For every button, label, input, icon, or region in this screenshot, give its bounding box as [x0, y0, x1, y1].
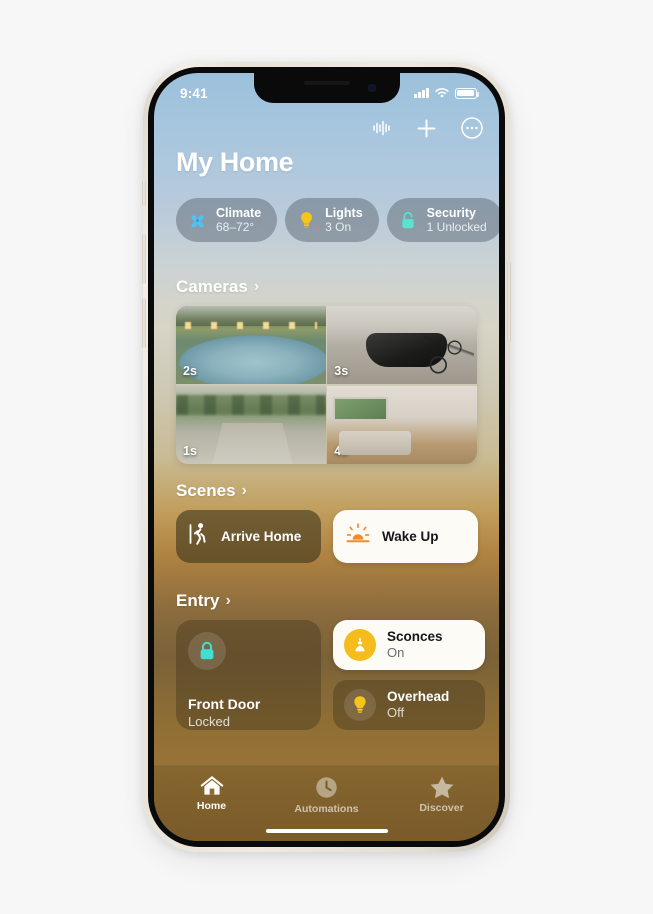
accessory-state: On	[387, 645, 405, 661]
camera-tile[interactable]: 2s	[176, 306, 326, 385]
status-indicators	[414, 87, 479, 99]
mute-switch[interactable]	[142, 180, 146, 206]
section-label: Scenes	[176, 481, 236, 500]
wifi-icon	[435, 88, 449, 98]
chip-lights[interactable]: Lights 3 On	[285, 198, 379, 243]
section-header-entry[interactable]: Entry ›	[176, 591, 231, 611]
page-title: My Home	[176, 147, 294, 177]
tab-label: Discover	[419, 802, 464, 814]
chip-title: Lights	[325, 206, 363, 220]
chip-climate[interactable]: Climate 68–72°	[176, 198, 278, 243]
camera-tile[interactable]: 1s	[176, 385, 326, 464]
screenshot-canvas: 9:41 My Home Climate 68–72° Lights 3 On …	[0, 0, 653, 914]
signal-bars-icon	[414, 88, 429, 98]
accessory-tile-sconces[interactable]: Sconces On	[333, 620, 485, 670]
accessory-name: Front Door	[188, 696, 261, 712]
accessory-tile-overhead[interactable]: Overhead Off	[333, 680, 485, 730]
chip-subtitle: 68–72°	[216, 220, 255, 234]
camera-tile[interactable]: 4s	[327, 385, 477, 464]
lock-closed-icon	[188, 632, 226, 670]
sconce-light-icon	[344, 629, 376, 661]
chip-title: Climate	[216, 206, 262, 220]
scene-label: Arrive Home	[221, 529, 302, 544]
tab-home[interactable]: Home	[169, 775, 255, 812]
clock-icon	[316, 777, 337, 798]
iphone-device: 9:41 My Home Climate 68–72° Lights 3 On …	[142, 62, 511, 852]
tab-label: Home	[196, 800, 227, 812]
camera-timestamp: 3s	[334, 364, 349, 379]
chip-subtitle: 1 Unlocked	[426, 220, 487, 234]
sunrise-icon	[345, 522, 371, 551]
audio-waveform-icon[interactable]	[372, 119, 392, 137]
entry-row: Front Door Locked Sconces On Overhead Of…	[176, 620, 499, 730]
chip-security[interactable]: Security 1 Unlocked	[386, 198, 499, 243]
camera-timestamp: 1s	[183, 444, 197, 458]
status-chips-row[interactable]: Climate 68–72° Lights 3 On Security 1 Un…	[176, 198, 499, 243]
entry-accessory-stack: Sconces On Overhead Off	[333, 620, 485, 730]
accessory-name: Overhead	[387, 689, 450, 705]
chevron-right-icon: ›	[241, 482, 247, 499]
lock-open-icon	[399, 211, 418, 230]
accessory-state: Off	[387, 705, 405, 721]
section-header-cameras[interactable]: Cameras ›	[176, 277, 259, 297]
accessory-state: Locked	[188, 714, 230, 729]
section-label: Entry	[176, 591, 220, 610]
house-icon	[200, 776, 223, 795]
section-header-scenes[interactable]: Scenes ›	[176, 481, 247, 501]
earpiece-speaker	[303, 81, 350, 85]
ellipsis-circle-icon[interactable]	[461, 117, 483, 139]
header-actions	[372, 117, 483, 139]
camera-tile[interactable]: 3s	[327, 306, 477, 385]
camera-grid[interactable]: 2s 3s 1s 4s	[176, 306, 477, 464]
scenes-row: Arrive Home Wake Up	[176, 510, 499, 563]
lightbulb-icon	[297, 211, 316, 230]
lightbulb-icon	[344, 689, 376, 721]
fan-icon	[188, 211, 207, 230]
chip-subtitle: 3 On	[325, 220, 352, 234]
status-time: 9:41	[180, 85, 208, 101]
tab-discover[interactable]: Discover	[399, 775, 485, 814]
battery-full-icon	[455, 87, 479, 99]
volume-up-button[interactable]	[142, 234, 146, 284]
camera-timestamp: 4s	[334, 444, 349, 458]
tab-automations[interactable]: Automations	[284, 775, 370, 815]
plus-icon[interactable]	[416, 118, 437, 139]
power-button[interactable]	[507, 262, 511, 342]
display-notch	[253, 73, 400, 103]
accessory-name: Sconces	[387, 629, 443, 645]
home-scroll-content: My Home Climate 68–72° Lights 3 On Secur…	[154, 73, 499, 841]
scene-tile-wake-up[interactable]: Wake Up	[333, 510, 478, 563]
chevron-right-icon: ›	[253, 278, 260, 295]
scene-label: Wake Up	[382, 529, 439, 544]
scene-tile-arrive-home[interactable]: Arrive Home	[176, 510, 321, 563]
section-label: Cameras	[176, 277, 248, 296]
accessory-tile-front-door[interactable]: Front Door Locked	[176, 620, 321, 730]
home-indicator[interactable]	[265, 828, 388, 833]
walking-person-icon	[188, 521, 210, 552]
volume-down-button[interactable]	[142, 298, 146, 348]
chip-title: Security	[426, 206, 476, 220]
front-camera	[367, 84, 376, 92]
camera-timestamp: 2s	[183, 364, 197, 379]
chevron-right-icon: ›	[225, 592, 231, 609]
phone-screen: 9:41 My Home Climate 68–72° Lights 3 On …	[154, 73, 499, 841]
tab-label: Automations	[294, 803, 359, 815]
star-icon	[430, 776, 453, 799]
